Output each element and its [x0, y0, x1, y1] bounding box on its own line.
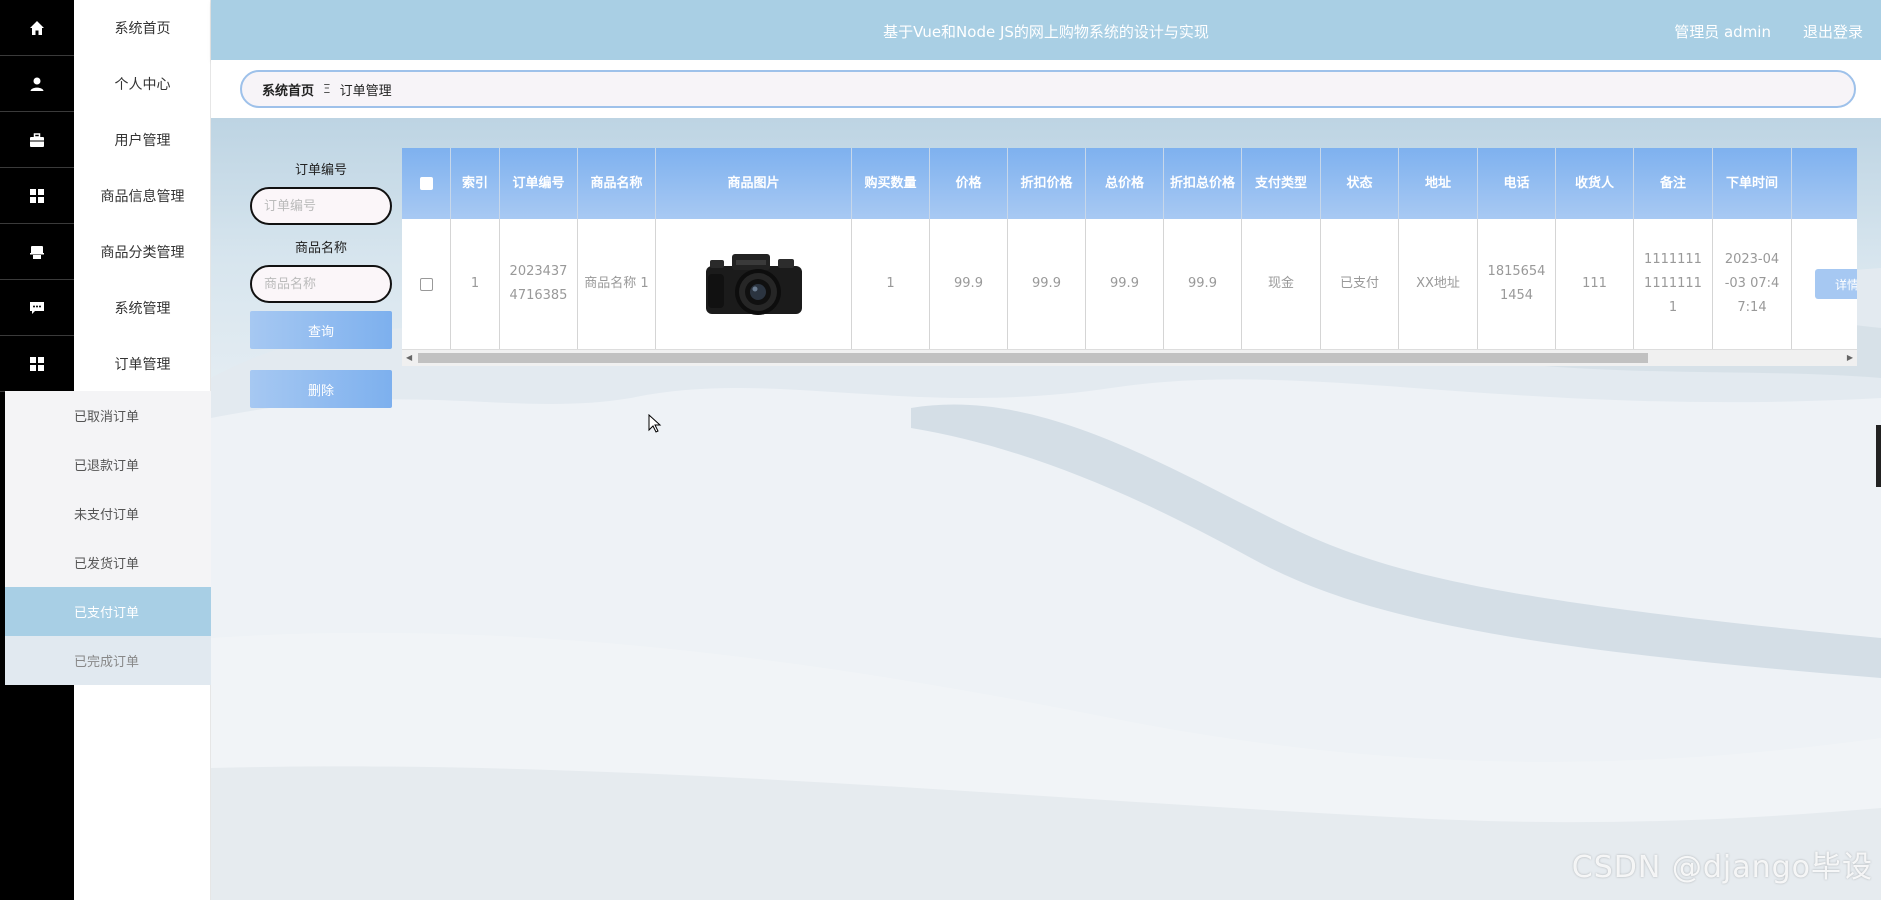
submenu-cancelled-orders[interactable]: 已取消订单 — [5, 391, 211, 440]
printer-icon[interactable] — [0, 224, 74, 280]
grid-icon[interactable] — [0, 168, 74, 224]
breadcrumb-bar: 系统首页 Ξ 订单管理 — [211, 60, 1881, 118]
cell-order-time: 2023-04 -03 07:4 7:14 — [1713, 219, 1792, 349]
cell-status: 已支付 — [1321, 219, 1399, 349]
breadcrumb-current: 订单管理 — [339, 83, 392, 99]
cell-product-image — [656, 219, 852, 349]
column-header: 订单编号 — [500, 148, 578, 219]
scroll-right-icon[interactable]: ▶ — [1847, 353, 1853, 362]
cell-discount-total: 99.9 — [1164, 219, 1242, 349]
sidebar-item-profile[interactable]: 个人中心 — [74, 56, 211, 112]
select-all-checkbox[interactable] — [419, 177, 433, 190]
select-all-checkbox-cell — [402, 148, 451, 219]
scroll-left-icon[interactable]: ◀ — [406, 353, 412, 362]
row-checkbox[interactable] — [419, 277, 433, 291]
orders-submenu: 已取消订单 已退款订单 未支付订单 已发货订单 已支付订单 已完成订单 — [5, 391, 211, 685]
cell-order-no: 2023437 4716385 — [500, 219, 578, 349]
cell-receiver: 111 — [1556, 219, 1634, 349]
sidebar-item-users[interactable]: 用户管理 — [74, 112, 211, 168]
breadcrumb: 系统首页 Ξ 订单管理 — [240, 70, 1856, 108]
column-header: 下单时间 — [1713, 148, 1792, 219]
cell-price: 99.9 — [930, 219, 1008, 349]
column-header: 备注 — [1634, 148, 1713, 219]
orders-table: 索引 订单编号 商品名称 商品图片 购买数量 价格 折扣价格 总价格 折扣总价格… — [402, 148, 1857, 366]
submenu-paid-orders[interactable]: 已支付订单 — [5, 587, 211, 636]
cell-discount-price: 99.9 — [1008, 219, 1086, 349]
product-name-label: 商品名称 — [294, 241, 347, 256]
cell-total-price: 99.9 — [1086, 219, 1164, 349]
submenu-refunded-orders[interactable]: 已退款订单 — [5, 440, 211, 489]
submenu-shipped-orders[interactable]: 已发货订单 — [5, 538, 211, 587]
sidebar-item-categories[interactable]: 商品分类管理 — [74, 224, 211, 280]
order-no-input[interactable] — [250, 187, 392, 225]
cell-product-name: 商品名称 1 — [578, 219, 656, 349]
breadcrumb-separator-icon: Ξ — [323, 82, 331, 96]
column-header: 商品图片 — [656, 148, 852, 219]
column-header: 地址 — [1399, 148, 1478, 219]
table-row: 1 2023437 4716385 商品名称 1 1 99.9 99.9 99.… — [402, 219, 1857, 349]
user-icon[interactable] — [0, 56, 74, 112]
camera-image — [705, 254, 802, 315]
submenu-completed-orders[interactable]: 已完成订单 — [5, 636, 211, 685]
sidebar-item-system[interactable]: 系统管理 — [74, 280, 211, 336]
logout-link[interactable]: 退出登录 — [1803, 21, 1863, 42]
cell-phone: 1815654 1454 — [1478, 219, 1556, 349]
column-header: 价格 — [930, 148, 1008, 219]
current-user: 管理员 admin — [1674, 23, 1771, 41]
page-scrollbar[interactable] — [1876, 425, 1881, 487]
scrollbar-thumb[interactable] — [418, 353, 1648, 363]
table-header: 索引 订单编号 商品名称 商品图片 购买数量 价格 折扣价格 总价格 折扣总价格… — [402, 148, 1857, 219]
column-header: 商品名称 — [578, 148, 656, 219]
watermark: CSDN @django毕设 — [1571, 850, 1873, 885]
breadcrumb-home[interactable]: 系统首页 — [262, 80, 314, 99]
column-header: 折扣价格 — [1008, 148, 1086, 219]
column-header: 电话 — [1478, 148, 1556, 219]
cell-index: 1 — [451, 219, 500, 349]
cell-address: XX地址 — [1399, 219, 1478, 349]
cell-quantity: 1 — [852, 219, 930, 349]
sidebar-item-orders[interactable]: 订单管理 — [74, 336, 211, 392]
mouse-cursor-icon — [648, 414, 662, 433]
cell-remark: 1111111 1111111 1 — [1634, 219, 1713, 349]
actions-column-header — [1792, 148, 1857, 219]
delete-button[interactable]: 删除 — [250, 370, 392, 408]
detail-button[interactable]: 详情 — [1815, 269, 1857, 299]
sidebar-item-home[interactable]: 系统首页 — [74, 0, 211, 56]
column-header: 折扣总价格 — [1164, 148, 1242, 219]
submenu-unpaid-orders[interactable]: 未支付订单 — [5, 489, 211, 538]
column-header: 收货人 — [1556, 148, 1634, 219]
grid-icon[interactable] — [0, 336, 74, 392]
column-header: 购买数量 — [852, 148, 930, 219]
column-header: 总价格 — [1086, 148, 1164, 219]
chat-icon[interactable] — [0, 280, 74, 336]
column-header: 索引 — [451, 148, 500, 219]
query-button[interactable]: 查询 — [250, 311, 392, 349]
top-header: 基于Vue和Node JS的网上购物系统的设计与实现 管理员 admin 退出登… — [211, 0, 1881, 60]
row-checkbox-cell — [402, 219, 451, 349]
order-no-label: 订单编号 — [294, 163, 347, 178]
horizontal-scrollbar[interactable]: ◀ ▶ — [402, 349, 1857, 366]
column-header: 状态 — [1321, 148, 1399, 219]
column-header: 支付类型 — [1242, 148, 1321, 219]
sidebar-item-products[interactable]: 商品信息管理 — [74, 168, 211, 224]
home-icon[interactable] — [0, 0, 74, 56]
product-name-input[interactable] — [250, 265, 392, 303]
cell-pay-type: 现金 — [1242, 219, 1321, 349]
system-title: 基于Vue和Node JS的网上购物系统的设计与实现 — [883, 23, 1209, 41]
briefcase-icon[interactable] — [0, 112, 74, 168]
